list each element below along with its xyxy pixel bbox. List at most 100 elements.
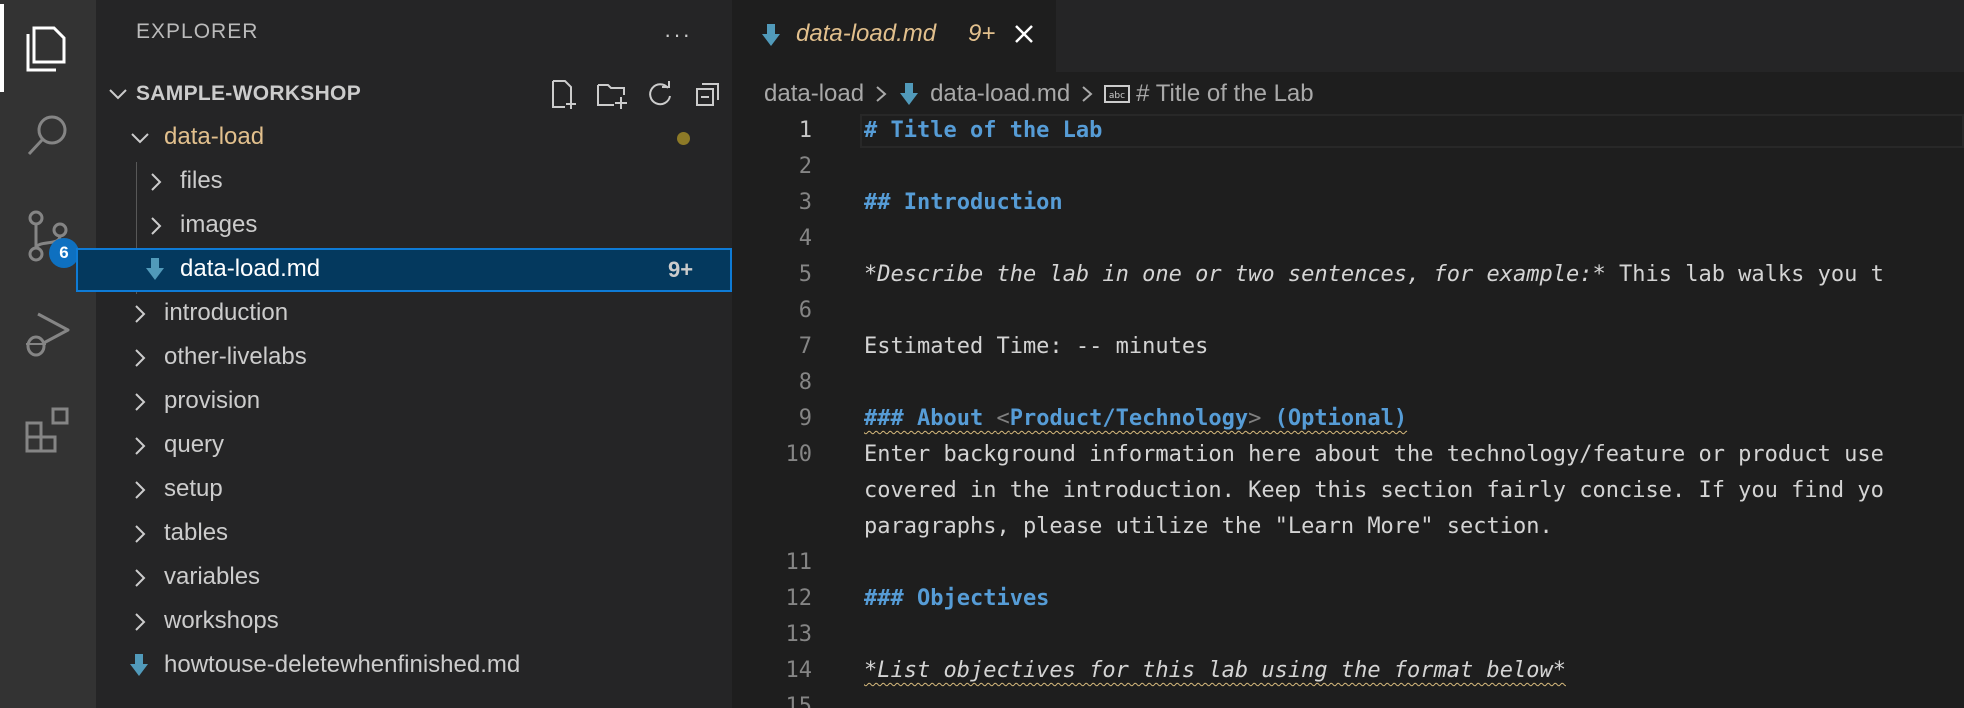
folder-workshops[interactable]: workshops: [96, 600, 732, 644]
folder-label: files: [180, 167, 223, 194]
extensions-activity-button[interactable]: [0, 388, 96, 476]
line-number: 2: [798, 154, 812, 179]
folder-introduction[interactable]: introduction: [96, 292, 732, 336]
collapse-all-icon[interactable]: [688, 76, 728, 112]
code-line: 11: [732, 546, 1964, 582]
breadcrumb-symbol[interactable]: # Title of the Lab: [1136, 80, 1313, 108]
line-text-italic: *Describe the lab in one or two sentence…: [864, 262, 1606, 287]
folder-images[interactable]: images: [96, 204, 732, 248]
breadcrumb-folder[interactable]: data-load: [764, 80, 864, 108]
files-icon: [24, 20, 72, 77]
code-line: 12 ### Objectives: [732, 582, 1964, 618]
line-text: ## Introduction: [864, 190, 1063, 215]
markdown-icon: [144, 256, 166, 289]
folder-provision[interactable]: provision: [96, 380, 732, 424]
chevron-down-icon: [128, 126, 152, 157]
sidebar-title: EXPLORER: [136, 20, 259, 43]
line-text: This lab walks you t: [1605, 262, 1884, 287]
line-text: <: [996, 406, 1010, 431]
tab-problems-count: 9+: [968, 20, 996, 47]
folder-files[interactable]: files: [96, 160, 732, 204]
line-number: 3: [798, 190, 812, 215]
code-line: 1 # Title of the Lab: [732, 114, 1964, 150]
string-symbol-icon: abc: [1104, 83, 1131, 105]
folder-label: data-load: [164, 123, 265, 150]
activity-bar: 6: [0, 0, 96, 708]
code-line: 3 ## Introduction: [732, 186, 1964, 222]
folder-label: variables: [164, 563, 261, 590]
more-actions-button[interactable]: ···: [664, 22, 692, 48]
folder-label: other-livelabs: [164, 343, 307, 370]
chevron-right-icon: [128, 390, 152, 421]
folder-variables[interactable]: variables: [96, 556, 732, 600]
line-number: 15: [785, 694, 813, 708]
explorer-activity-button[interactable]: [0, 4, 96, 92]
chevron-right-icon: [128, 434, 152, 465]
refresh-icon[interactable]: [640, 76, 680, 112]
line-text: ### About: [864, 406, 997, 431]
line-number: 12: [785, 586, 813, 611]
code-line: 10 Enter background information here abo…: [732, 438, 1964, 474]
folder-label: setup: [164, 475, 223, 502]
code-line: 14 *List objectives for this lab using t…: [732, 654, 1964, 690]
line-text: # Title of the Lab: [864, 118, 1103, 143]
markdown-icon: [128, 652, 150, 685]
folder-setup[interactable]: setup: [96, 468, 732, 512]
explorer-sidebar: EXPLORER ··· SAMPLE-WORKSHOP data-load f…: [76, 0, 732, 708]
modified-dot: [677, 132, 690, 145]
tab-bar: data-load.md 9+: [732, 0, 1964, 72]
line-text: ### Objectives: [864, 586, 1050, 611]
code-line: 13: [732, 618, 1964, 654]
chevron-right-icon: [128, 566, 152, 597]
problems-count: 9+: [668, 257, 694, 282]
code-line: 15: [732, 690, 1964, 708]
line-number: 5: [798, 262, 812, 287]
file-label: data-load.md: [180, 255, 321, 282]
line-number: 8: [798, 370, 812, 395]
line-number: 1: [798, 118, 812, 143]
new-folder-icon[interactable]: [592, 76, 632, 112]
run-debug-activity-button[interactable]: [0, 290, 96, 378]
file-data-load-md[interactable]: data-load.md 9+: [76, 248, 732, 292]
file-howtouse-md[interactable]: howtouse-deletewhenfinished.md: [96, 644, 732, 688]
line-text: Product/Technology: [1009, 406, 1249, 431]
line-number: 13: [785, 622, 813, 647]
code-line: 4: [732, 222, 1964, 258]
line-number: 6: [798, 298, 812, 323]
line-text: (Optional): [1261, 406, 1408, 431]
code-line-wrapped: paragraphs, please utilize the "Learn Mo…: [732, 510, 1964, 546]
folder-data-load[interactable]: data-load: [96, 116, 732, 160]
folder-other-livelabs[interactable]: other-livelabs: [96, 336, 732, 380]
extensions-icon: [23, 405, 73, 460]
line-text: Estimated Time: -- minutes: [864, 334, 1209, 359]
chevron-right-icon: [144, 214, 168, 245]
tab-data-load-md[interactable]: data-load.md 9+: [732, 0, 1056, 72]
folder-label: query: [164, 431, 225, 458]
chevron-right-icon: [144, 170, 168, 201]
breadcrumb-file[interactable]: data-load.md: [930, 80, 1070, 108]
workspace-title: SAMPLE-WORKSHOP: [136, 82, 361, 105]
new-file-icon[interactable]: [544, 76, 584, 112]
line-text: covered in the introduction. Keep this s…: [864, 478, 1884, 503]
chevron-right-icon: [128, 346, 152, 377]
chevron-right-icon: [128, 522, 152, 553]
folder-label: workshops: [164, 607, 279, 634]
folder-label: provision: [164, 387, 261, 414]
run-debug-icon: [22, 306, 74, 363]
chevron-right-icon: [872, 84, 890, 104]
chevron-right-icon: [1078, 84, 1096, 104]
chevron-right-icon: [128, 302, 152, 333]
chevron-right-icon: [128, 478, 152, 509]
line-text: Enter background information here about …: [864, 442, 1884, 467]
folder-query[interactable]: query: [96, 424, 732, 468]
code-line: 7 Estimated Time: -- minutes: [732, 330, 1964, 366]
code-line: 6: [732, 294, 1964, 330]
workspace-header[interactable]: SAMPLE-WORKSHOP: [96, 72, 732, 116]
code-line: 9 ### About <Product/Technology> (Option…: [732, 402, 1964, 438]
folder-tables[interactable]: tables: [96, 512, 732, 556]
close-icon[interactable]: [1010, 20, 1038, 53]
line-number: 9: [798, 406, 812, 431]
line-text: *List objectives for this lab using the …: [864, 658, 1566, 683]
search-activity-button[interactable]: [0, 94, 96, 182]
file-label: howtouse-deletewhenfinished.md: [164, 651, 521, 678]
